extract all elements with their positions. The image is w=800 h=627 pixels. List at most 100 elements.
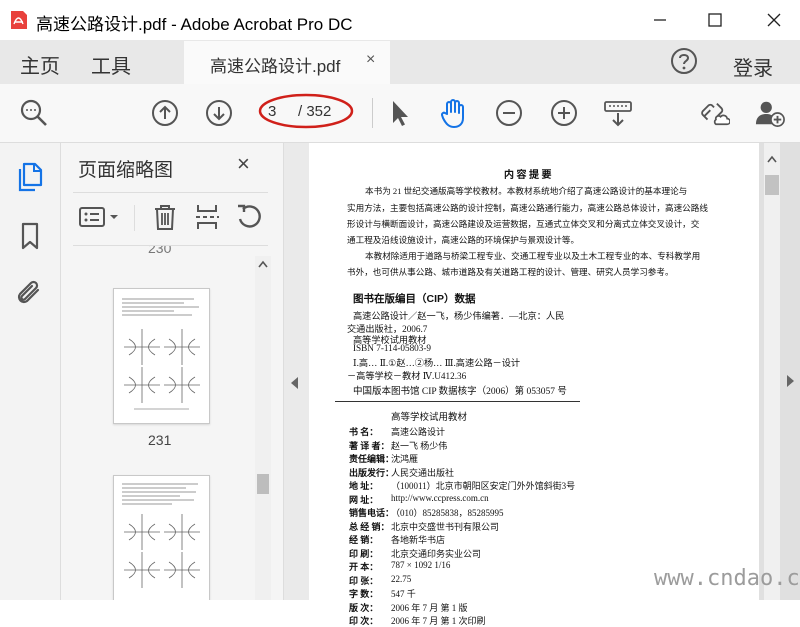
info-value: 人民交通出版社 (391, 467, 455, 478)
highlight-ellipse (258, 93, 354, 129)
intro-line: 通工程及沿线设施设计，高速公路的环境保护与景观设计等。 (347, 235, 580, 245)
rotate-icon (238, 204, 261, 228)
rotate-page-button[interactable] (234, 202, 264, 232)
add-user-button[interactable] (755, 98, 785, 128)
cip-line: ISBN 7-114-05803-9 (353, 343, 432, 353)
thumbnail-panel: 页面缩略图 × 230 231 (61, 143, 283, 600)
thumbnail-page[interactable] (113, 288, 210, 424)
zoom-in-button[interactable] (549, 98, 579, 128)
close-icon (767, 13, 781, 27)
cip-number: 中国版本图书馆 CIP 数据核字（2006）第 053057 号 (353, 387, 567, 397)
intro-line: 本书为 21 世纪交通版高等学校教材。本教材系统地介绍了高速公路设计的基本理论与 (365, 186, 688, 196)
hand-tool-icon (441, 99, 464, 128)
info-key: 总 经 销： (349, 521, 390, 532)
thumbnail-label: 231 (148, 432, 172, 448)
info-key: 字 数： (349, 589, 379, 599)
info-key: 印 刷： (349, 548, 379, 559)
zoom-out-icon (496, 100, 522, 126)
share-link-icon (701, 102, 730, 126)
intro-line: 书外，也可供从事公路、城市道路及有关道路工程的设计、管理、研究人员学习参考。 (347, 267, 674, 277)
info-key: 地 址： (349, 481, 379, 491)
info-value: http://www.ccpress.com.cn (391, 492, 489, 503)
document-tab[interactable]: 高速公路设计.pdf × (184, 41, 390, 84)
cip-title: 图书在版编目（CIP）数据 (353, 293, 476, 305)
collapse-panel-icon[interactable] (291, 377, 298, 389)
minimize-button[interactable] (640, 6, 680, 34)
toolbar-separator (372, 98, 373, 128)
page-thumbnails-button[interactable] (15, 162, 45, 192)
tools-nav[interactable]: 工具 (91, 50, 131, 79)
panel-close-button[interactable]: × (237, 151, 250, 177)
minimize-icon (654, 19, 666, 21)
page-number-box: / 352 (258, 93, 354, 129)
attachments-button[interactable] (15, 278, 45, 308)
info-key: 网 址： (349, 494, 379, 505)
panel-splitter[interactable] (283, 143, 310, 600)
panel-scrollbar[interactable] (255, 256, 271, 600)
info-value: 赵一飞 杨少伟 (391, 440, 448, 451)
attachment-icon (17, 280, 40, 304)
share-link-button[interactable] (700, 98, 730, 128)
info-key: 版 次： (349, 602, 379, 613)
next-page-button[interactable] (204, 98, 234, 128)
info-value: （100011）北京市朝阳区安定门外外馆斜街3号 (391, 481, 576, 491)
login-link[interactable]: 登录 (733, 52, 773, 81)
info-key: 责任编辑： (349, 454, 395, 464)
previous-page-button[interactable] (150, 98, 180, 128)
select-tool-button[interactable] (385, 98, 415, 128)
zoom-out-button[interactable] (494, 98, 524, 128)
hand-tool-button[interactable] (439, 98, 469, 128)
maximize-button[interactable] (695, 6, 735, 34)
info-value: 沈鸿雁 (391, 454, 419, 464)
crop-icon (196, 205, 219, 229)
info-key: 经 销： (349, 535, 379, 545)
info-value: 547 千 (391, 589, 416, 599)
delete-page-button[interactable] (150, 202, 180, 232)
help-button[interactable] (670, 47, 698, 75)
panel-divider (73, 192, 268, 193)
expand-right-panel-icon[interactable] (787, 375, 794, 387)
document-scrollbar[interactable] (764, 143, 780, 600)
info-value: 2006 年 7 月 第 1 次印刷 (391, 616, 486, 626)
question-icon (671, 48, 697, 74)
navigation-rail (0, 143, 61, 600)
page-thumbnails-icon (18, 162, 43, 192)
series-label: 高等学校试用教材 (391, 413, 468, 423)
info-key: 出版发行： (349, 467, 395, 478)
page-down-icon (206, 100, 232, 126)
close-window-button[interactable] (754, 6, 794, 34)
scroll-up-icon (258, 260, 268, 268)
thumbnail-content (122, 483, 200, 588)
maximize-icon (708, 13, 722, 27)
pdf-page: 内 容 提 要 图书在版编目（CIP）数据 中国版本图书馆 CIP 数据核字（2… (309, 143, 759, 626)
home-nav[interactable]: 主页 (20, 50, 60, 79)
cip-line: Ⅰ.高… Ⅱ.①赵…②杨… Ⅲ.高速公路－设计 (353, 358, 521, 368)
document-view: 内 容 提 要 图书在版编目（CIP）数据 中国版本图书馆 CIP 数据核字（2… (309, 143, 800, 626)
find-button[interactable] (19, 98, 49, 128)
document-scrollbar-thumb[interactable] (765, 175, 779, 195)
thumbnail-page[interactable] (113, 475, 210, 600)
bookmarks-button[interactable] (15, 221, 45, 251)
title-bar: 高速公路设计.pdf - Adobe Acrobat Pro DC (0, 0, 800, 40)
toolbar: / 352 (0, 84, 800, 143)
thumbnail-options-button[interactable] (78, 202, 122, 232)
intro-line: 形设计与横断面设计，高速公路建设及运营数据，互通式立体交叉和分离式立体交叉设计，… (347, 219, 700, 229)
panel-title: 页面缩略图 (78, 160, 174, 181)
intro-line: 本教材除适用于道路与桥梁工程专业、交通工程专业以及土木工程专业的本、专科教学用 (365, 251, 701, 261)
keyboard-scroll-icon (604, 101, 632, 127)
tab-close-button[interactable]: × (366, 51, 375, 69)
info-value: 2006 年 7 月 第 1 版 (391, 602, 468, 613)
intro-line: 实用方法，主要包括高速公路的设计控制，高速公路通行能力，高速公路总体设计，高速公… (347, 203, 708, 213)
document-tab-label: 高速公路设计.pdf (210, 57, 341, 76)
info-key: 印 次： (349, 616, 379, 626)
acrobat-logo-icon (11, 11, 27, 29)
panel-scrollbar-thumb[interactable] (257, 474, 269, 494)
watermark: www.cndao.com (654, 566, 800, 591)
info-value: 北京中交盛世书刊有限公司 (391, 521, 500, 532)
search-zoom-icon (20, 99, 47, 126)
doc-rule (335, 401, 580, 402)
cip-line: －高等学校－教材 Ⅳ.U412.36 (347, 371, 467, 381)
info-key: 开 本： (349, 562, 379, 572)
scroll-mode-button[interactable] (603, 98, 633, 128)
crop-page-button[interactable] (192, 202, 222, 232)
